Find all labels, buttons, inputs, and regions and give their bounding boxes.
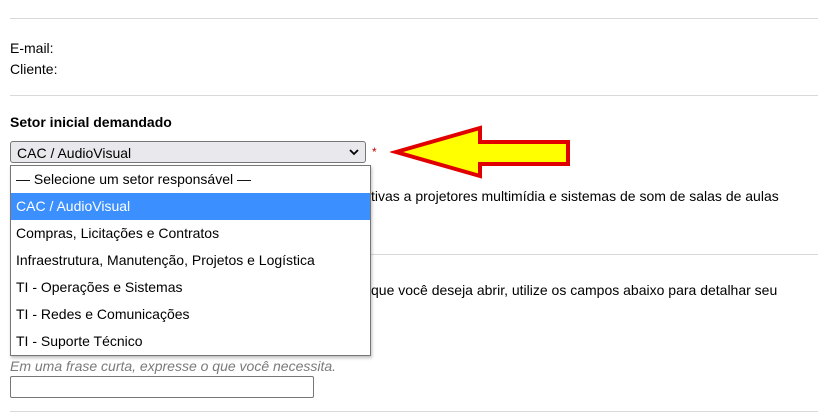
email-label: E-mail:: [10, 40, 54, 56]
option-ti-suporte[interactable]: TI - Suporte Técnico: [11, 328, 370, 355]
details-instructions: que você deseja abrir, utilize os campos…: [371, 282, 778, 298]
setor-select[interactable]: CAC / AudioVisual: [10, 141, 366, 163]
bottom-divider: [10, 411, 818, 412]
setor-heading: Setor inicial demandado: [10, 114, 172, 130]
option-infraestrutura[interactable]: Infraestrutura, Manutenção, Projetos e L…: [11, 247, 370, 274]
required-marker: *: [372, 145, 377, 159]
option-ti-redes[interactable]: TI - Redes e Comunicações: [11, 301, 370, 328]
option-ti-operacoes[interactable]: TI - Operações e Sistemas: [11, 274, 370, 301]
arrow-left-icon: [390, 125, 570, 179]
chevron-down-icon: [349, 149, 359, 156]
cliente-label: Cliente:: [10, 61, 58, 77]
summary-input[interactable]: [10, 376, 314, 398]
summary-hint: Em uma frase curta, expresse o que você …: [10, 358, 337, 374]
option-placeholder[interactable]: — Selecione um setor responsável —: [11, 166, 370, 193]
option-compras[interactable]: Compras, Licitações e Contratos: [11, 220, 370, 247]
setor-dropdown-list[interactable]: — Selecione um setor responsável — CAC /…: [10, 165, 371, 356]
option-cac-audiovisual[interactable]: CAC / AudioVisual: [11, 193, 370, 220]
section-divider: [10, 95, 818, 96]
setor-select-value: CAC / AudioVisual: [17, 145, 132, 161]
setor-description: tivas a projetores multimídia e sistemas…: [371, 188, 779, 204]
top-divider: [10, 18, 818, 19]
